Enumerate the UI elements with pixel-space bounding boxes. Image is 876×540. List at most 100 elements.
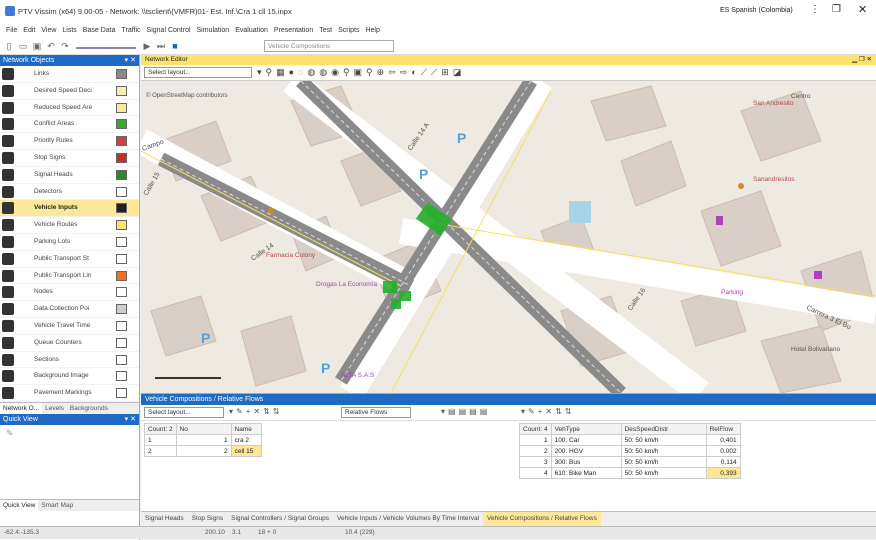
- table-row[interactable]: 2 2 cell 15: [144, 445, 262, 457]
- col-count[interactable]: Count: 4: [519, 423, 552, 435]
- network-object-color-swatch[interactable]: [116, 69, 127, 79]
- table-row[interactable]: 3 300: Bus 50: 50 km/h 0,114: [519, 456, 741, 468]
- network-object-color-swatch[interactable]: [116, 354, 127, 365]
- network-object-item[interactable]: Vehicle Travel Time: [0, 318, 139, 335]
- map-canvas[interactable]: P P P P © OpenStreetMap contributors Cal…: [141, 81, 876, 393]
- col-relflow[interactable]: RelFlow: [705, 423, 741, 435]
- restore-icon[interactable]: ❐: [832, 4, 841, 15]
- tab-signal-controllers[interactable]: Signal Controllers / Signal Groups: [227, 512, 333, 526]
- undo-icon[interactable]: ↶: [46, 41, 56, 51]
- language-indicator[interactable]: ES Spanish (Colombia): [720, 7, 793, 14]
- menu-simulation[interactable]: Simulation: [197, 24, 230, 38]
- col-vehtype[interactable]: VehType: [550, 423, 622, 435]
- wrench-icon[interactable]: ✎: [6, 428, 14, 439]
- network-object-item[interactable]: Stop Signs: [0, 150, 139, 167]
- list-view-icons[interactable]: ▾▤▤▤▤: [441, 407, 490, 416]
- network-object-color-swatch[interactable]: [116, 136, 127, 147]
- save-icon[interactable]: ▣: [32, 41, 42, 51]
- network-object-item[interactable]: Sections: [0, 352, 139, 369]
- network-object-item[interactable]: Detectors: [0, 184, 139, 201]
- menu-signal-control[interactable]: Signal Control: [147, 24, 191, 38]
- network-object-item[interactable]: Links: [0, 66, 139, 83]
- menu-scripts[interactable]: Scripts: [338, 24, 359, 38]
- network-object-color-swatch[interactable]: [116, 85, 127, 96]
- network-object-item[interactable]: Priority Rules: [0, 133, 139, 150]
- quick-view-close-icon[interactable]: ▾ ✕: [125, 414, 136, 425]
- tab-quick-view[interactable]: Quick View: [0, 499, 39, 512]
- table-row[interactable]: 4 610: Bike Man 50: 50 km/h 0,393: [519, 467, 741, 479]
- more-icon[interactable]: ⋮: [810, 4, 820, 15]
- network-object-color-swatch[interactable]: [116, 119, 127, 130]
- network-object-color-swatch[interactable]: [116, 371, 127, 382]
- redo-icon[interactable]: ↷: [60, 41, 70, 51]
- network-object-item[interactable]: Background Image: [0, 368, 139, 386]
- menu-base-data[interactable]: Base Data: [83, 24, 116, 38]
- network-object-item[interactable]: Vehicle Inputs: [0, 200, 139, 218]
- network-object-item[interactable]: Public Transport Lin: [0, 268, 139, 285]
- editor-window-icons[interactable]: ▁ ❐ ✕: [852, 55, 872, 65]
- menu-presentation[interactable]: Presentation: [274, 24, 313, 38]
- menu-view[interactable]: View: [41, 24, 56, 38]
- relative-flows-select[interactable]: Relative Flows: [341, 407, 411, 418]
- sublist-tool-icons[interactable]: ▾✎+✕⇅⇅: [521, 407, 575, 416]
- map-svg[interactable]: P P P P © OpenStreetMap contributors Cal…: [141, 81, 876, 393]
- menu-traffic[interactable]: Traffic: [121, 24, 140, 38]
- network-object-color-swatch[interactable]: [116, 152, 127, 163]
- stop-icon[interactable]: ■: [170, 41, 180, 51]
- table-row[interactable]: 1 1 cra 2: [144, 434, 262, 446]
- network-object-color-swatch[interactable]: [116, 388, 127, 399]
- network-object-item[interactable]: Public Transport St: [0, 251, 139, 268]
- network-object-color-swatch[interactable]: [116, 203, 127, 214]
- network-object-item[interactable]: Reduced Speed Are: [0, 100, 139, 117]
- menu-lists[interactable]: Lists: [62, 24, 76, 38]
- tab-vehicle-compositions[interactable]: Vehicle Compositions / Relative Flows: [483, 512, 601, 526]
- new-icon[interactable]: ▯: [4, 41, 14, 51]
- network-object-color-swatch[interactable]: [116, 320, 127, 331]
- speed-slider[interactable]: [75, 43, 136, 49]
- list-layout-select[interactable]: Select layout...: [144, 407, 224, 418]
- table-row[interactable]: 2 200: HGV 50: 50 km/h 0,002: [519, 445, 741, 457]
- network-object-item[interactable]: Conflict Areas: [0, 116, 139, 134]
- col-no[interactable]: No: [175, 423, 232, 435]
- menu-evaluation[interactable]: Evaluation: [235, 24, 268, 38]
- menu-test[interactable]: Test: [319, 24, 332, 38]
- network-object-item[interactable]: Parking Lots: [0, 234, 139, 251]
- network-object-item[interactable]: Data Collection Poi: [0, 301, 139, 318]
- menu-file[interactable]: File: [6, 24, 17, 38]
- editor-layout-select[interactable]: Select layout...: [144, 67, 252, 78]
- toolbar-combo[interactable]: Vehicle Compositions: [264, 40, 394, 52]
- network-object-color-swatch[interactable]: [116, 236, 127, 247]
- editor-tool-icons[interactable]: ▾⚲▦●◌◍◍◉⚲▣⚲⊕⇦⇨◐⟋⟋⊞◪: [257, 67, 465, 78]
- play-icon[interactable]: ▶: [142, 41, 152, 51]
- network-object-item[interactable]: Queue Counters: [0, 335, 139, 352]
- tab-stop-signs[interactable]: Stop Signs: [188, 512, 227, 526]
- col-count[interactable]: Count: 2: [144, 423, 177, 435]
- network-object-item[interactable]: Desired Speed Deci: [0, 83, 139, 100]
- col-desspeed[interactable]: DesSpeedDistr: [620, 423, 707, 435]
- tab-smart-map[interactable]: Smart Map: [38, 500, 76, 512]
- list-tool-icons[interactable]: ▾✎+✕⇅⇅: [229, 407, 283, 416]
- network-object-color-swatch[interactable]: [116, 220, 127, 231]
- network-object-color-swatch[interactable]: [116, 169, 127, 180]
- network-object-color-swatch[interactable]: [116, 337, 127, 348]
- col-name[interactable]: Name: [230, 423, 262, 435]
- network-object-color-swatch[interactable]: [116, 186, 127, 197]
- network-object-color-swatch[interactable]: [116, 304, 127, 315]
- menu-edit[interactable]: Edit: [23, 24, 35, 38]
- step-icon[interactable]: ⏭: [156, 41, 166, 51]
- table-row[interactable]: 1 100: Car 50: 50 km/h 0,401: [519, 434, 741, 446]
- tab-vehicle-inputs[interactable]: Vehicle Inputs / Vehicle Volumes By Time…: [333, 512, 483, 526]
- menu-help[interactable]: Help: [365, 24, 379, 38]
- open-icon[interactable]: ▭: [18, 41, 28, 51]
- pin-icon[interactable]: ▾ ✕: [125, 55, 136, 66]
- network-object-item[interactable]: Pavement Markings: [0, 385, 139, 402]
- network-object-item[interactable]: Nodes: [0, 284, 139, 302]
- network-object-color-swatch[interactable]: [116, 253, 127, 264]
- network-object-color-swatch[interactable]: [116, 270, 127, 281]
- network-object-color-swatch[interactable]: [116, 102, 127, 113]
- tab-signal-heads[interactable]: Signal Heads: [141, 512, 188, 526]
- network-object-item[interactable]: Signal Heads: [0, 167, 139, 184]
- close-icon[interactable]: ✕: [858, 3, 867, 16]
- network-object-color-swatch[interactable]: [116, 287, 127, 298]
- network-object-item[interactable]: Vehicle Routes: [0, 217, 139, 234]
